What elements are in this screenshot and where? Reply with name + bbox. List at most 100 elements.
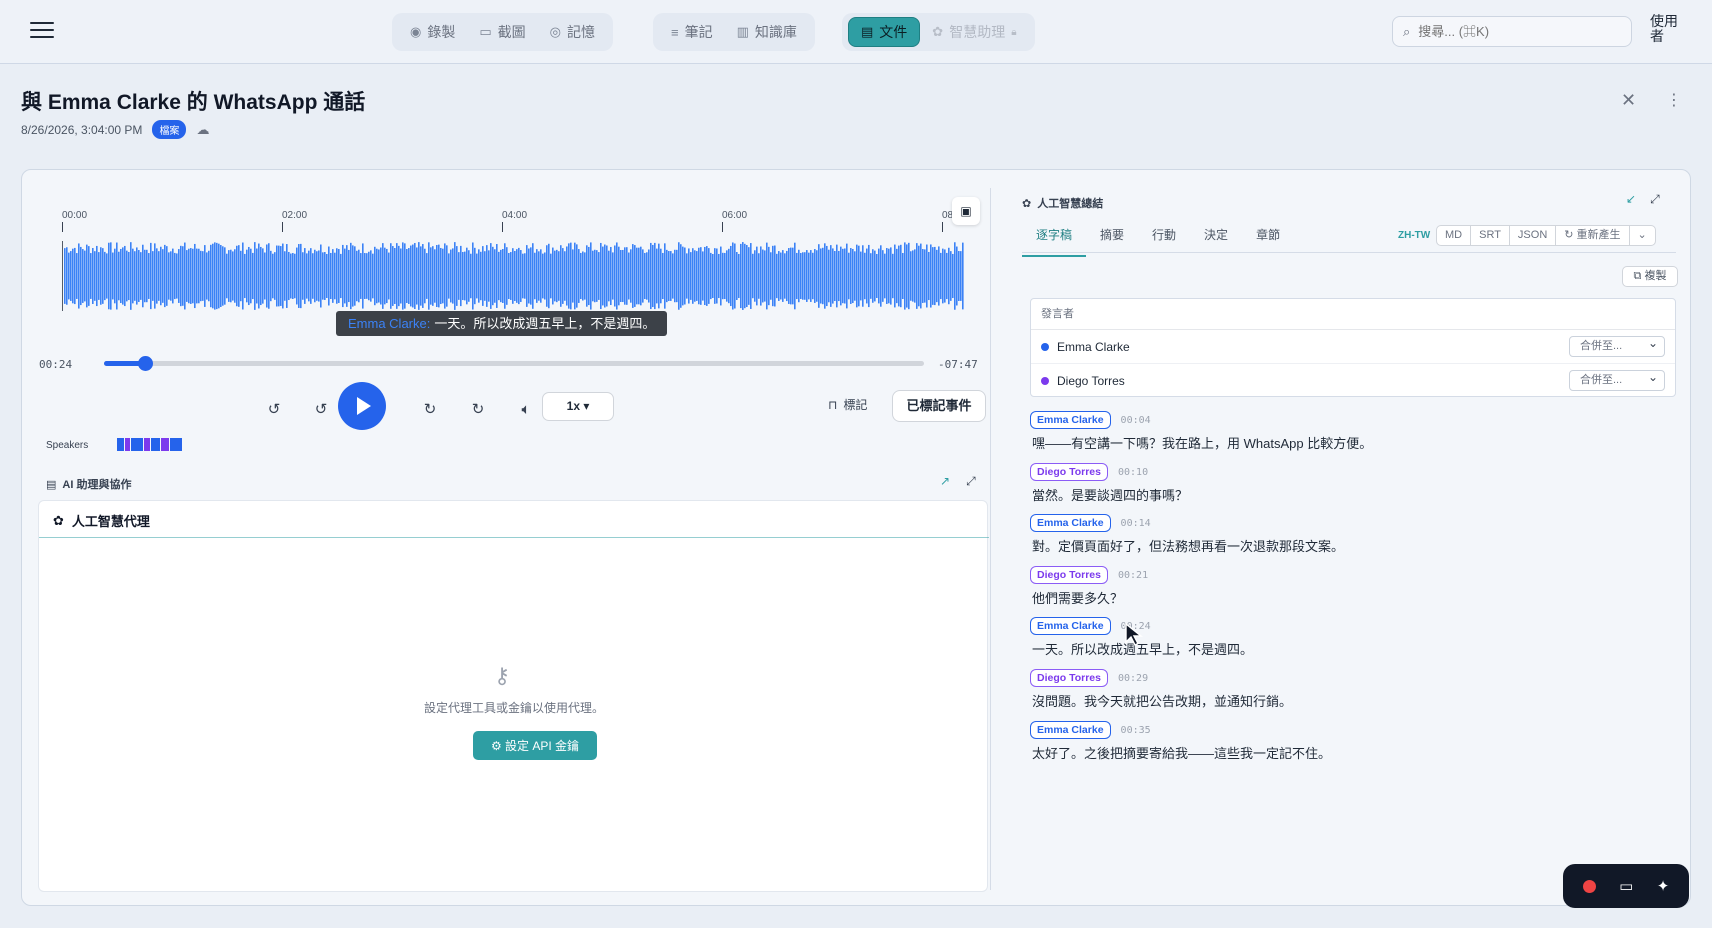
regenerate-button[interactable]: ↻ 重新產生 bbox=[1555, 225, 1630, 246]
copy-button[interactable]: ⧉ 複製 bbox=[1622, 266, 1678, 287]
screen-capture-icon[interactable]: ▭ bbox=[1619, 877, 1633, 895]
nav-button-screenshot[interactable]: ▭ 截圖 bbox=[467, 17, 537, 47]
rewind-5-icon[interactable]: ↺ bbox=[307, 396, 335, 424]
transcript-segment: Diego Torres 00:29 沒問題。我今天就把公告改期，並通知行銷。 bbox=[1030, 668, 1676, 720]
rewind-15-icon[interactable]: ↺ bbox=[260, 396, 288, 424]
nav-button-label: 截圖 bbox=[497, 24, 526, 40]
mouse-cursor-icon bbox=[1125, 622, 1143, 646]
playback-speed-button[interactable]: 1x ▾ bbox=[542, 392, 614, 421]
segment-text: 對。定價頁面好了，但法務想再看一次退款那段文案。 bbox=[1032, 539, 1345, 555]
speaker-timeline[interactable] bbox=[117, 438, 183, 451]
forward-15-icon[interactable]: ↻ bbox=[464, 396, 492, 424]
export-format-buttons: MD SRT JSON ↻ 重新產生 ⌄ bbox=[1436, 225, 1656, 246]
segment-text: 他們需要多久？ bbox=[1032, 590, 1124, 606]
speaker-chip[interactable]: Emma Clarke bbox=[1030, 720, 1111, 739]
set-api-key-button[interactable]: ⚙ 設定 API 金鑰 bbox=[473, 731, 597, 760]
sparkle-icon[interactable]: ✦ bbox=[1657, 877, 1670, 895]
ai-collab-header: ▤ AI 助理與協作 bbox=[46, 476, 131, 492]
more-options-icon[interactable]: ⋮ bbox=[1666, 90, 1682, 110]
summary-title: 人工智慧總結 bbox=[1037, 198, 1104, 210]
speaker-row: Emma Clarke 合併至... bbox=[1031, 330, 1675, 364]
picture-in-picture-button[interactable]: ▣ bbox=[952, 197, 980, 225]
nav-button-memory[interactable]: ◎ 記憶 bbox=[538, 17, 607, 47]
segment-text: 太好了。之後把摘要寄給我——這些我一定記不住。 bbox=[1032, 745, 1332, 761]
agent-title-text: 人工智慧代理 bbox=[71, 514, 150, 529]
top-bar: ◉ 錄製 ▭ 截圖 ◎ 記憶 ≡ 筆記 ▥ 知識庫 ▤ 文件 ✿ 智慧助理 🔒︎ ⌕ 使用者 bbox=[0, 0, 1712, 64]
robot-icon: ✿ bbox=[1022, 197, 1032, 210]
agent-title: ✿ 人工智慧代理 bbox=[53, 511, 150, 530]
merge-speaker-select[interactable]: 合併至... bbox=[1569, 368, 1665, 391]
speaker-table: 發言者 Emma Clarke 合併至... Diego Torres 合併至... bbox=[1030, 298, 1676, 397]
segment-text: 嘿——有空講一下嗎？我在路上，用 WhatsApp 比較方便。 bbox=[1032, 436, 1373, 451]
speaker-chip[interactable]: Diego Torres bbox=[1030, 668, 1108, 687]
segment-timestamp[interactable]: 00:04 bbox=[1121, 415, 1151, 426]
copy-label: 複製 bbox=[1644, 270, 1667, 282]
format-md-button[interactable]: MD bbox=[1436, 225, 1472, 246]
format-srt-button[interactable]: SRT bbox=[1470, 225, 1510, 246]
record-dot-icon[interactable] bbox=[1582, 879, 1596, 893]
play-button[interactable] bbox=[338, 382, 386, 430]
segment-timestamp[interactable]: 00:14 bbox=[1121, 518, 1151, 529]
speaker-chip[interactable]: Emma Clarke bbox=[1030, 514, 1111, 533]
refresh-icon: ↻ bbox=[1564, 229, 1577, 241]
segment-timestamp[interactable]: 00:10 bbox=[1118, 467, 1148, 478]
transcript-segment: Diego Torres 00:10 當然。是要談週四的事嗎？ bbox=[1030, 462, 1676, 514]
expand-icon[interactable]: ⤢ bbox=[1650, 192, 1660, 207]
speaker-chip[interactable]: Emma Clarke bbox=[1030, 617, 1111, 636]
seek-slider[interactable] bbox=[104, 356, 924, 371]
pane-divider[interactable] bbox=[990, 188, 991, 890]
documents-icon: ▤ bbox=[861, 24, 874, 39]
file-badge: 檔案 bbox=[152, 120, 187, 139]
nav-button-label: 智慧助理 bbox=[949, 24, 1006, 40]
cloud-upload-icon[interactable]: ☁ bbox=[196, 122, 209, 138]
menu-icon[interactable] bbox=[30, 22, 54, 42]
format-json-button[interactable]: JSON bbox=[1508, 225, 1557, 246]
segment-text: 當然。是要談週四的事嗎？ bbox=[1032, 487, 1189, 503]
assistant-icon: ✿ bbox=[932, 24, 944, 39]
merge-speaker-select[interactable]: 合併至... bbox=[1569, 334, 1665, 357]
current-time: 00:24 bbox=[39, 358, 73, 371]
speaker-name: Diego Torres bbox=[1057, 374, 1125, 388]
timeline-tick: 00:00 bbox=[62, 210, 88, 232]
pip-icon: ▣ bbox=[960, 204, 972, 218]
notes-icon: ≡ bbox=[671, 24, 679, 40]
speaker-color-dot bbox=[1041, 377, 1049, 385]
marked-events-button[interactable]: 已標記事件 bbox=[892, 390, 986, 422]
nav-button-documents[interactable]: ▤ 文件 bbox=[848, 17, 921, 47]
search-input[interactable] bbox=[1418, 24, 1609, 39]
document-card: 00:0002:0004:0006:0008:00 ▣ Emma Clarke:… bbox=[21, 169, 1691, 906]
speaker-chip[interactable]: Diego Torres bbox=[1030, 565, 1108, 584]
speaker-segment bbox=[117, 438, 125, 451]
regenerate-options-button[interactable]: ⌄ bbox=[1628, 225, 1656, 246]
nav-button-book[interactable]: ▥ 知識庫 bbox=[725, 17, 809, 47]
nav-button-assistant[interactable]: ✿ 智慧助理 🔒︎ bbox=[920, 17, 1028, 47]
avatar[interactable]: 使用者 bbox=[1650, 14, 1686, 50]
speaker-segment bbox=[170, 438, 182, 451]
nav-button-record[interactable]: ◉ 錄製 bbox=[398, 17, 467, 47]
close-icon[interactable]: ✕ bbox=[1621, 90, 1636, 111]
segment-timestamp[interactable]: 00:21 bbox=[1118, 570, 1148, 581]
pop-out-icon[interactable]: ↗ bbox=[940, 474, 950, 489]
segment-timestamp[interactable]: 00:29 bbox=[1118, 673, 1148, 684]
expand-icon[interactable]: ⤢ bbox=[966, 474, 976, 489]
volume-icon[interactable]: 🔈︎ bbox=[512, 396, 540, 424]
language-label[interactable]: ZH-TW bbox=[1398, 230, 1430, 241]
nav-button-label: 錄製 bbox=[427, 24, 456, 40]
document-meta: 8/26/2026, 3:04:00 PM 檔案 ☁ bbox=[21, 120, 209, 139]
forward-5-icon[interactable]: ↻ bbox=[416, 396, 444, 424]
caption-text: 一天。所以改成週五早上，不是週四。 bbox=[434, 316, 656, 331]
bookmark-icon: ⊓ bbox=[828, 397, 838, 412]
speaker-chip[interactable]: Diego Torres bbox=[1030, 462, 1108, 481]
mark-button[interactable]: ⊓ 標記 bbox=[828, 396, 867, 413]
search-box[interactable]: ⌕ bbox=[1392, 16, 1632, 47]
speaker-chip[interactable]: Emma Clarke bbox=[1030, 411, 1111, 429]
collapse-icon[interactable]: ↙ bbox=[1626, 192, 1636, 207]
waveform[interactable] bbox=[62, 241, 964, 311]
seek-handle[interactable] bbox=[138, 356, 153, 371]
timeline-ruler: 00:0002:0004:0006:0008:00 bbox=[62, 210, 967, 232]
speaker-segment bbox=[130, 438, 143, 451]
memory-icon: ◎ bbox=[549, 24, 561, 39]
nav-button-notes[interactable]: ≡ 筆記 bbox=[659, 17, 725, 47]
segment-timestamp[interactable]: 00:35 bbox=[1121, 725, 1151, 736]
key-icon: ⚷ bbox=[494, 663, 511, 688]
